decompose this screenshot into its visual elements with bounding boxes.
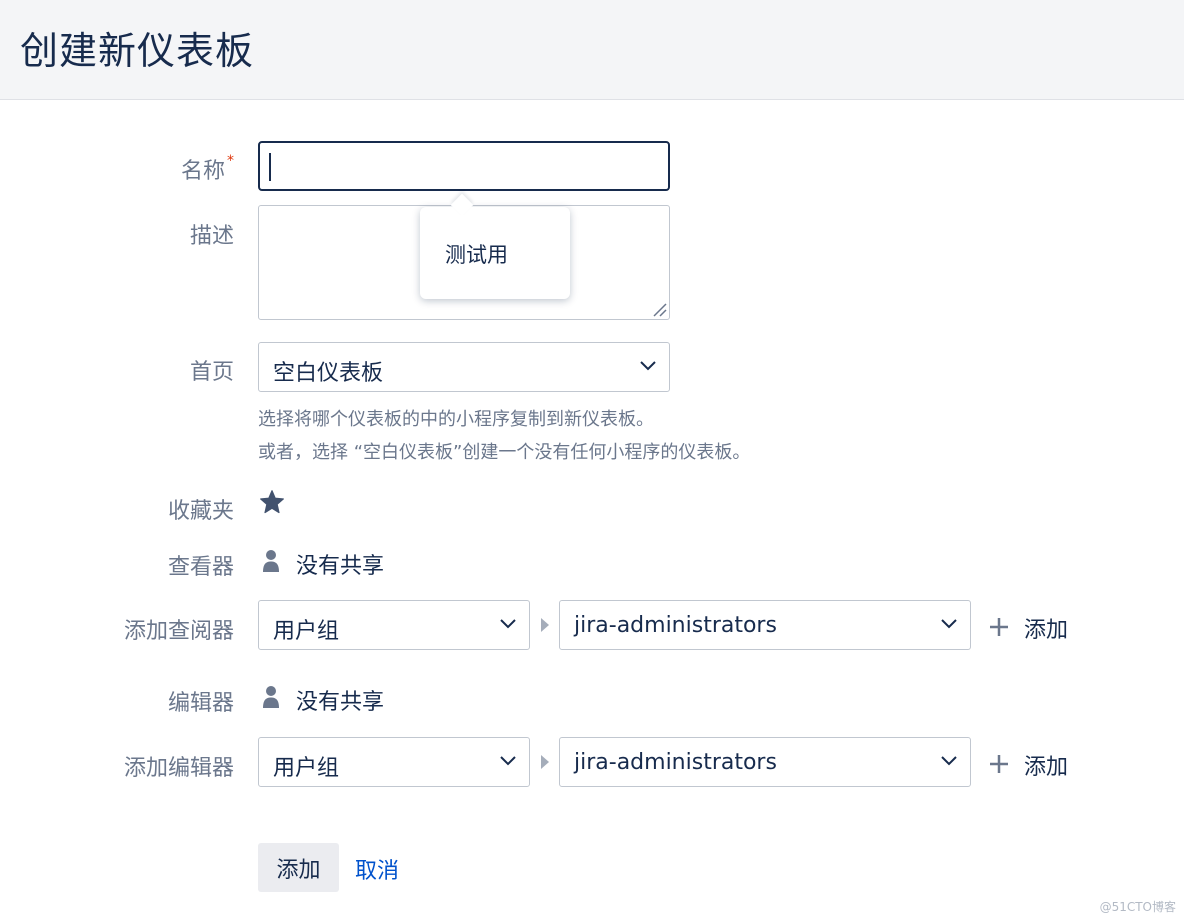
chevron-down-icon <box>500 756 516 766</box>
chevron-down-icon <box>640 361 656 371</box>
chevron-down-icon <box>500 619 516 629</box>
viewers-group-value: jira-administrators <box>574 613 777 638</box>
chevron-down-icon <box>941 619 957 629</box>
user-icon <box>263 550 279 572</box>
page-header: 创建新仪表板 <box>0 0 1184 100</box>
text-caret <box>269 153 271 181</box>
submit-button[interactable]: 添加 <box>258 843 339 892</box>
editors-value: 没有共享 <box>296 690 385 715</box>
editors-group-select[interactable]: jira-administrators <box>559 737 971 787</box>
help-text-1: 选择将哪个仪表板的中的小程序复制到新仪表板。 <box>258 409 654 430</box>
caret-right-icon <box>541 618 549 632</box>
start-from-select[interactable]: 空白仪表板 <box>258 342 670 392</box>
editors-type-select[interactable]: 用户组 <box>258 737 530 787</box>
add-editors-label: 添加编辑器 <box>123 756 234 781</box>
add-editor-label: 添加 <box>1024 755 1069 780</box>
help-text-2: 或者，选择 “空白仪表板”创建一个没有任何小程序的仪表板。 <box>258 442 751 463</box>
name-label: 名称 * <box>180 153 234 184</box>
add-viewer-label: 添加 <box>1024 618 1069 643</box>
add-editor-button[interactable]: 添加 <box>988 749 1078 780</box>
resize-handle-icon[interactable] <box>651 301 667 317</box>
editors-type-value: 用户组 <box>273 756 340 781</box>
editors-label: 编辑器 <box>167 691 234 716</box>
viewers-label: 查看器 <box>167 555 234 580</box>
user-icon <box>263 686 279 708</box>
required-mark: * <box>227 153 234 169</box>
add-viewers-label: 添加查阅器 <box>123 619 234 644</box>
caret-right-icon <box>541 755 549 769</box>
viewers-value: 没有共享 <box>296 554 385 579</box>
description-tooltip: 测试用 <box>420 207 570 299</box>
page-title: 创建新仪表板 <box>20 29 255 73</box>
chevron-down-icon <box>941 756 957 766</box>
name-input[interactable] <box>258 141 670 191</box>
description-label: 描述 <box>189 224 234 249</box>
start-from-value: 空白仪表板 <box>273 361 384 386</box>
viewers-type-value: 用户组 <box>273 619 340 644</box>
cancel-link[interactable]: 取消 <box>355 853 399 885</box>
start-from-label: 首页 <box>189 360 234 385</box>
viewers-type-select[interactable]: 用户组 <box>258 600 530 650</box>
star-icon[interactable] <box>259 489 285 515</box>
tooltip-text: 测试用 <box>445 243 508 267</box>
add-viewer-button[interactable]: 添加 <box>988 612 1078 643</box>
plus-icon <box>990 755 1008 773</box>
plus-icon <box>990 618 1008 636</box>
watermark: @51CTO博客 <box>1099 900 1176 914</box>
favourite-label: 收藏夹 <box>167 499 234 524</box>
viewers-group-select[interactable]: jira-administrators <box>559 600 971 650</box>
editors-group-value: jira-administrators <box>574 750 777 775</box>
